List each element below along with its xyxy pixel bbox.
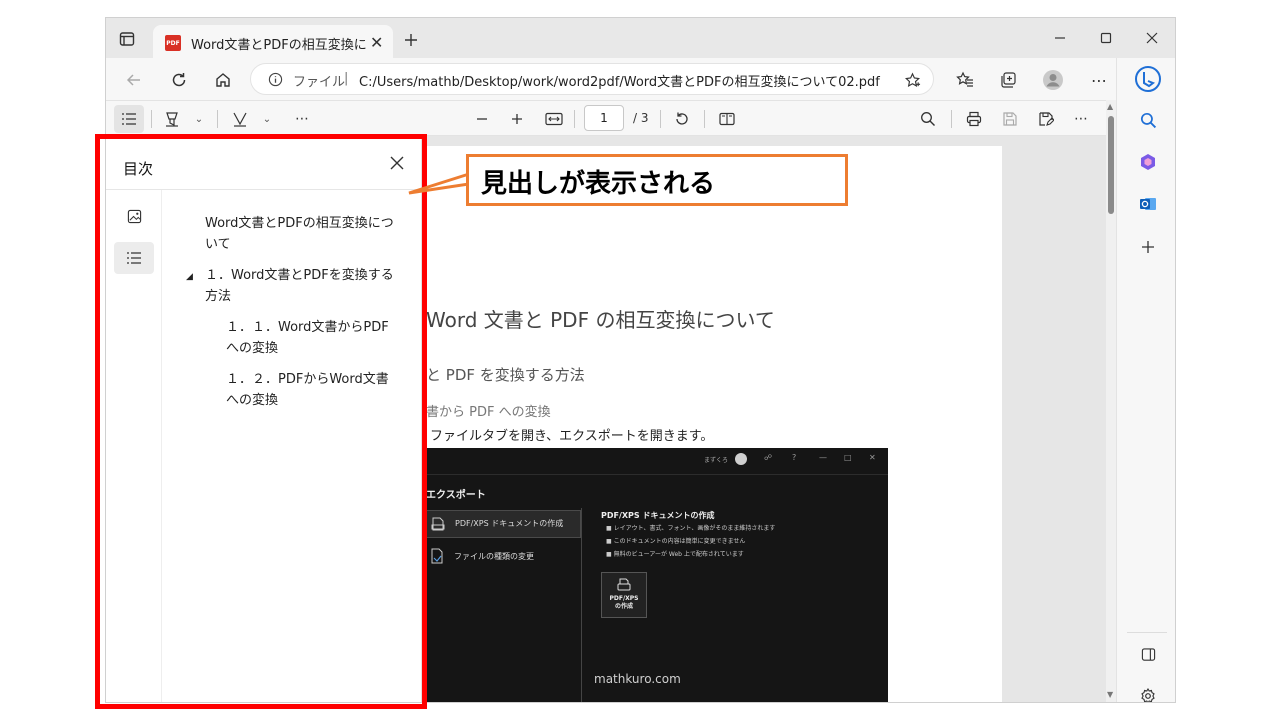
address-separator: | xyxy=(344,71,349,86)
document-heading-3: 書から PDF への変換 xyxy=(426,405,551,420)
maximize-icon[interactable] xyxy=(1096,28,1116,48)
bing-copilot-icon[interactable] xyxy=(1133,64,1163,94)
screenshot-change-type-icon xyxy=(430,548,444,564)
back-icon[interactable] xyxy=(123,69,145,91)
outlook-icon[interactable] xyxy=(1137,193,1159,215)
callout-box: 見出しが表示される xyxy=(466,154,848,206)
screenshot-maximize-icon: □ xyxy=(844,453,852,462)
screenshot-column-divider xyxy=(581,508,582,702)
vertical-scrollbar[interactable]: ▲ ▼ xyxy=(1106,100,1116,702)
callout-text: 見出しが表示される xyxy=(481,169,716,199)
tab-pdf-document[interactable]: PDF Word文書とPDFの相互変換について02.pdf ✕ xyxy=(153,25,393,58)
tab-close-icon[interactable]: ✕ xyxy=(370,33,383,52)
screenshot-title: エクスポート xyxy=(426,490,486,501)
hide-sidebar-icon[interactable] xyxy=(1137,643,1159,665)
screenshot-help-icon: ? xyxy=(792,453,797,462)
pdf-page: Word 文書と PDF の相互変換について と PDF を変換する方法 書から… xyxy=(424,146,1002,702)
screenshot-divider xyxy=(426,474,888,475)
screenshot-feedback-icon: ☍ xyxy=(764,453,773,462)
toolbar-divider xyxy=(660,110,661,128)
document-heading-2: と PDF を変換する方法 xyxy=(426,366,585,384)
screenshot-create-pdf-button: PDF/XPS の作成 xyxy=(601,572,647,618)
callout-pointer xyxy=(408,171,471,195)
screenshot-bullet: ■ レイアウト、書式、フォント、画像がそのまま維持されます xyxy=(606,525,776,532)
screenshot-document-icon xyxy=(431,517,445,531)
tab-bar: PDF Word文書とPDFの相互変換について02.pdf ✕ xyxy=(106,18,1175,58)
highlight-box xyxy=(95,134,427,709)
close-window-icon[interactable] xyxy=(1142,28,1162,48)
edge-sidebar xyxy=(1116,58,1175,702)
new-tab-icon[interactable] xyxy=(400,29,422,51)
screenshot-option1-label: PDF/XPS ドキュメントの作成 xyxy=(455,519,564,528)
profile-avatar-icon[interactable] xyxy=(1041,68,1065,92)
screenshot-bullet: ■ このドキュメントの内容は簡単に変更できません xyxy=(606,538,746,545)
fit-to-width-icon[interactable] xyxy=(544,109,564,129)
toolbar-divider xyxy=(704,110,705,128)
rotate-icon[interactable] xyxy=(672,109,692,129)
watermark: mathkuro.com xyxy=(594,672,681,686)
screenshot-account-name: まずくろ xyxy=(704,457,729,464)
save-icon[interactable] xyxy=(1000,109,1020,129)
chevron-down-icon[interactable]: ⌄ xyxy=(260,110,274,128)
page-view-icon[interactable] xyxy=(717,109,737,129)
toolbar-divider xyxy=(217,110,218,128)
address-url[interactable]: C:/Users/mathb/Desktop/work/word2pdf/Wor… xyxy=(359,71,880,90)
toolbar-divider xyxy=(151,110,152,128)
zoom-in-icon[interactable] xyxy=(507,109,527,129)
copilot-sidebar-icon[interactable] xyxy=(1137,151,1159,173)
info-icon[interactable] xyxy=(267,71,283,87)
address-scheme-label: ファイル xyxy=(293,75,346,90)
screenshot-option2-label: ファイルの種類の変更 xyxy=(454,552,534,561)
favorites-icon[interactable] xyxy=(954,69,976,91)
toolbar-divider xyxy=(951,110,952,128)
address-bar[interactable]: ファイル | C:/Users/mathb/Desktop/work/word2… xyxy=(250,63,934,95)
tab-actions-icon[interactable] xyxy=(116,28,138,50)
screenshot-detail-title: PDF/XPS ドキュメントの作成 xyxy=(601,511,715,520)
more-tools-icon[interactable]: ⋯ xyxy=(292,109,312,129)
refresh-icon[interactable] xyxy=(168,69,190,91)
pdf-more-options-icon[interactable]: ⋯ xyxy=(1071,109,1091,129)
chevron-down-icon[interactable]: ⌄ xyxy=(192,110,206,128)
toolbar-divider xyxy=(574,110,575,128)
scrollbar-thumb[interactable] xyxy=(1108,116,1114,214)
screenshot-button-label: PDF/XPS の作成 xyxy=(609,595,639,610)
pdf-toolbar: ⌄ ⌄ ⋯ 1 / 3 ⋯ xyxy=(106,100,1106,136)
table-of-contents-toggle-icon[interactable] xyxy=(114,105,144,133)
sidebar-settings-gear-icon[interactable] xyxy=(1137,685,1159,702)
add-sidebar-app-icon[interactable] xyxy=(1137,236,1159,258)
screenshot-printer-icon xyxy=(617,578,631,592)
add-favorite-icon[interactable] xyxy=(903,71,921,89)
highlight-icon[interactable] xyxy=(162,109,182,129)
search-icon[interactable] xyxy=(918,109,938,129)
screenshot-bullet: ■ 無料のビューアーが Web 上で配布されています xyxy=(606,551,744,558)
settings-more-icon[interactable]: ⋯ xyxy=(1088,69,1110,91)
screenshot-minimize-icon: — xyxy=(819,453,827,462)
minimize-icon[interactable] xyxy=(1050,28,1070,48)
zoom-out-icon[interactable] xyxy=(472,109,492,129)
document-heading-1: Word 文書と PDF の相互変換について xyxy=(426,308,775,332)
sidebar-divider xyxy=(1127,632,1167,633)
tab-title: Word文書とPDFの相互変換について02.pdf xyxy=(191,38,366,53)
navigation-bar: ファイル | C:/Users/mathb/Desktop/work/word2… xyxy=(106,58,1175,100)
screenshot-avatar-icon xyxy=(735,453,747,465)
page-total-label: / 3 xyxy=(633,111,649,125)
search-sidebar-icon[interactable] xyxy=(1137,109,1159,131)
embedded-export-screenshot: まずくろ ☍ ? — □ ✕ エクスポート PDF/XPS ドキュメントの作成 xyxy=(426,448,888,702)
save-as-icon[interactable] xyxy=(1036,109,1056,129)
print-icon[interactable] xyxy=(964,109,984,129)
home-icon[interactable] xyxy=(212,69,234,91)
page-number-input[interactable]: 1 xyxy=(584,105,624,131)
draw-icon[interactable] xyxy=(230,109,250,129)
screenshot-option-pdf-xps: PDF/XPS ドキュメントの作成 xyxy=(426,510,581,538)
document-paragraph: ファイルタブを開き、エクスポートを開きます。 xyxy=(430,429,714,444)
pdf-file-icon: PDF xyxy=(165,35,181,51)
screenshot-close-icon: ✕ xyxy=(869,453,876,462)
scroll-up-icon[interactable]: ▲ xyxy=(1107,102,1113,111)
collections-icon[interactable] xyxy=(997,69,1019,91)
scroll-down-icon[interactable]: ▼ xyxy=(1107,690,1113,699)
